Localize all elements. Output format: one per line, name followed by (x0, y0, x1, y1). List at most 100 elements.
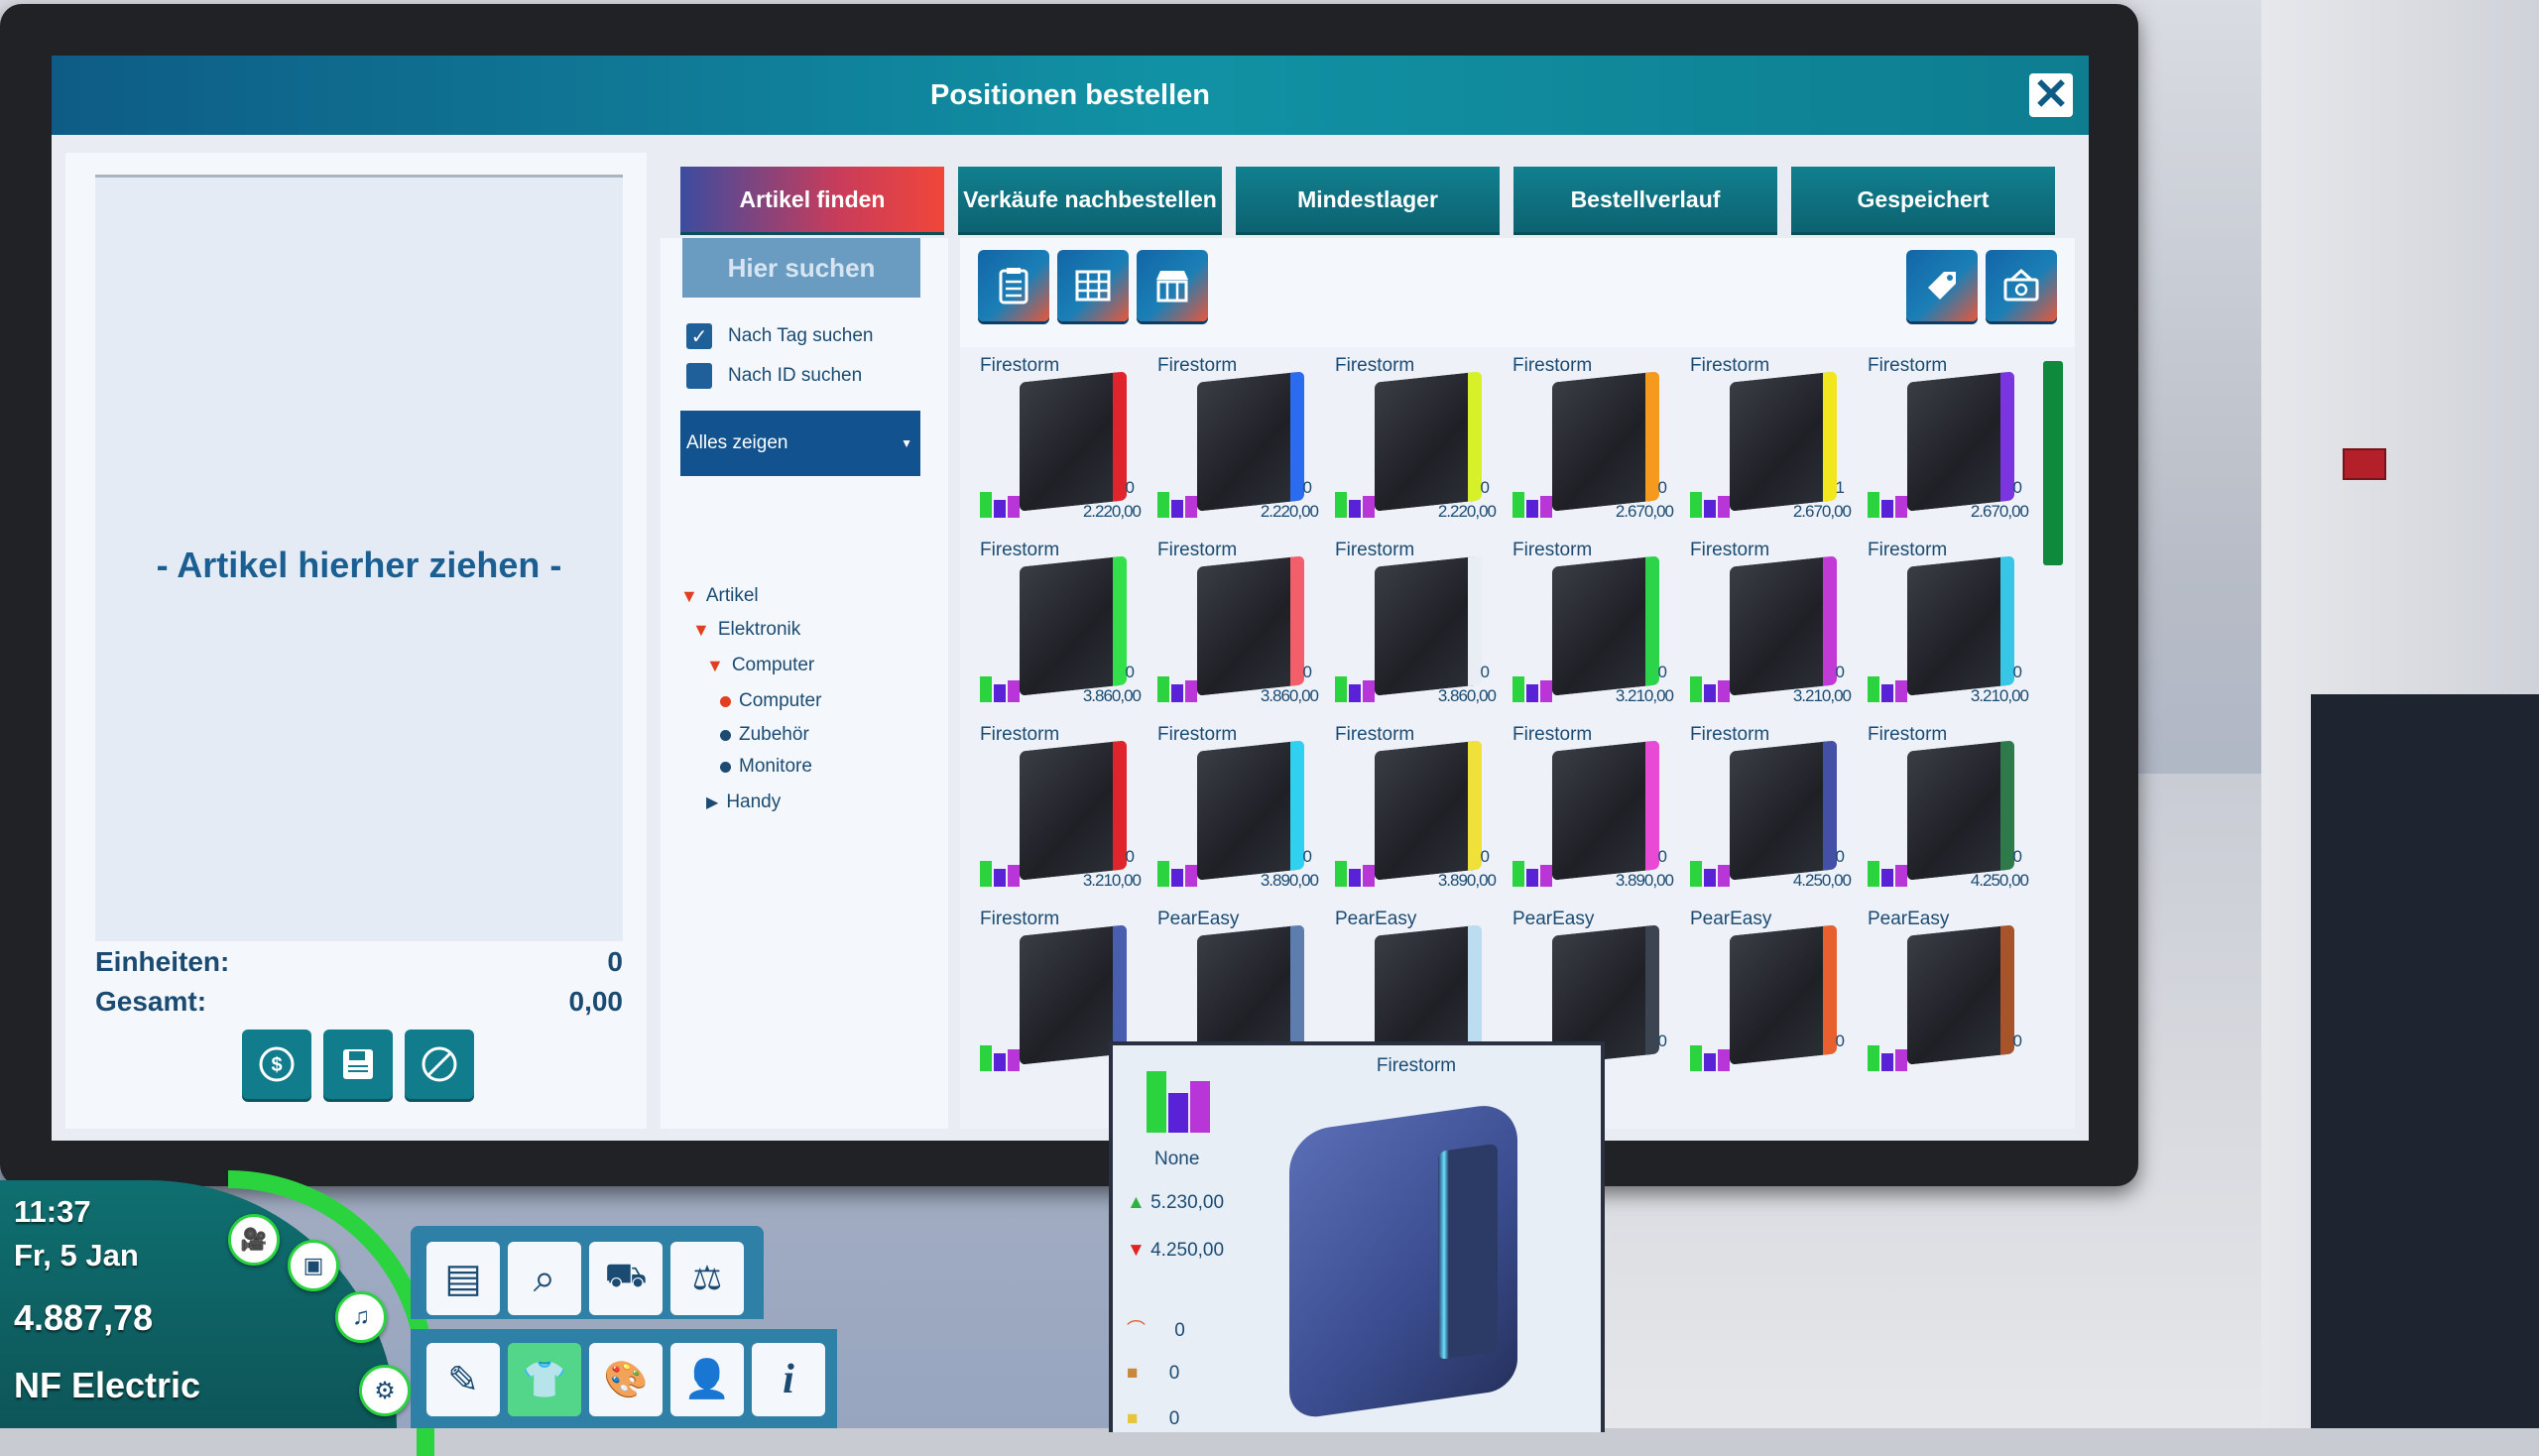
tooltip-category: None (1154, 1149, 1200, 1169)
cashier-button[interactable]: ⚖ (670, 1242, 744, 1315)
tab-min-stock[interactable]: Mindestlager (1236, 167, 1500, 232)
product-card[interactable]: Firestorm 0 3.210,00 (1858, 536, 2034, 720)
close-button[interactable]: ✕ (2029, 73, 2073, 117)
stock-bar (1512, 676, 1524, 702)
settings-button[interactable]: ⚙ (359, 1365, 411, 1416)
tree-item-computer[interactable]: Computer (720, 690, 821, 712)
search-button[interactable]: ⌕ (508, 1242, 581, 1315)
product-card[interactable]: Firestorm 0 3.210,00 (1680, 536, 1857, 720)
staff-button[interactable]: 👤 (670, 1343, 744, 1416)
window-button[interactable]: ▣ (288, 1240, 339, 1291)
stock-bar (1690, 1045, 1702, 1071)
product-image (1730, 740, 1837, 881)
stock-bar (994, 869, 1006, 887)
order-button[interactable]: $ (242, 1030, 311, 1099)
product-card[interactable]: PearEasy 0 (1858, 905, 2034, 1089)
product-card[interactable]: Firestorm 0 3.210,00 (1503, 536, 1679, 720)
stock-bar (1157, 861, 1169, 887)
stock-bars (1157, 857, 1197, 887)
product-card[interactable]: Firestorm 0 4.250,00 (1858, 720, 2034, 905)
product-price: 2.220,00 (1260, 502, 1319, 521)
product-card[interactable]: Firestorm 0 3.210,00 (970, 720, 1147, 905)
music-button[interactable]: ♫ (335, 1291, 387, 1343)
camera-button[interactable]: 🎥 (228, 1214, 280, 1266)
money-button[interactable] (1986, 250, 2057, 321)
expand-icon: ▼ (706, 655, 724, 675)
background-door (2311, 694, 2539, 1428)
tree-item-articles[interactable]: ▼ Artikel (680, 585, 759, 607)
product-card[interactable]: Firestorm 0 3.890,00 (1148, 720, 1324, 905)
ordered-count-row: ■ 0 (1127, 1408, 1179, 1430)
cart-actions: $ (242, 1030, 474, 1099)
stock-bar (1704, 684, 1716, 702)
stock-bar (994, 684, 1006, 702)
clear-button[interactable] (405, 1030, 474, 1099)
stock-bars (980, 672, 1020, 702)
product-card[interactable]: Firestorm 0 3.860,00 (970, 536, 1147, 720)
units-value: 0 (607, 946, 623, 977)
tag-search-row[interactable]: ✓ Nach Tag suchen (686, 323, 873, 349)
product-image (1197, 371, 1304, 512)
stock-bar (980, 1045, 992, 1071)
clothing-button[interactable]: 👕 (508, 1343, 581, 1416)
tab-order-history[interactable]: Bestellverlauf (1513, 167, 1777, 232)
product-card[interactable]: Firestorm 0 2.220,00 (1148, 351, 1324, 536)
product-image (1552, 555, 1659, 696)
id-search-checkbox[interactable] (686, 363, 712, 389)
info-button[interactable]: i (752, 1343, 825, 1416)
product-card[interactable]: PearEasy 0 (1680, 905, 1857, 1089)
tree-item-computer-category[interactable]: ▼ Computer (706, 655, 814, 676)
product-card[interactable]: Firestorm 0 3.890,00 (1325, 720, 1502, 905)
stock-bar (1895, 865, 1907, 887)
product-name: PearEasy (1335, 909, 1417, 929)
save-button[interactable] (323, 1030, 393, 1099)
tree-item-electronics[interactable]: ▼ Elektronik (692, 619, 800, 641)
tag-search-checkbox[interactable]: ✓ (686, 323, 712, 349)
product-name: Firestorm (1868, 355, 1948, 376)
product-tooltip: Firestorm None ▲ 5.230,00 ▼ 4.250,00 ⌒ 0… (1109, 1041, 1605, 1432)
product-card[interactable]: Firestorm 0 3.890,00 (1503, 720, 1679, 905)
search-input[interactable]: Hier suchen (682, 238, 920, 298)
product-name: PearEasy (1868, 909, 1950, 929)
product-card[interactable]: Firestorm 0 4.250,00 (1680, 720, 1857, 905)
tab-saved[interactable]: Gespeichert (1791, 167, 2055, 232)
shelf-view-button[interactable] (1057, 250, 1129, 321)
storage-count: 0 (1168, 1363, 1180, 1384)
tree-item-phones[interactable]: ▶ Handy (706, 791, 781, 813)
tree-item-accessories[interactable]: Zubehör (720, 724, 809, 746)
expand-icon: ▼ (680, 585, 698, 606)
product-card[interactable]: Firestorm 1 2.670,00 (1680, 351, 1857, 536)
delivery-button[interactable]: ⛟ (589, 1242, 663, 1315)
stock-bar (1157, 676, 1169, 702)
product-card[interactable]: Firestorm 0 2.220,00 (1325, 351, 1502, 536)
product-stock: 0 (1302, 478, 1312, 497)
price-tag-button[interactable] (1906, 250, 1978, 321)
tab-reorder-sales[interactable]: Verkäufe nachbestellen (958, 167, 1222, 232)
product-card[interactable]: Firestorm 0 3.860,00 (1325, 536, 1502, 720)
stock-bar (1335, 492, 1347, 518)
product-image (1730, 555, 1837, 696)
store-view-button[interactable] (1137, 250, 1208, 321)
paint-button[interactable]: 🎨 (589, 1343, 663, 1416)
product-card[interactable]: Firestorm 0 2.670,00 (1503, 351, 1679, 536)
tab-find-articles[interactable]: Artikel finden (680, 167, 944, 232)
stock-bar (1704, 869, 1716, 887)
tools-button[interactable]: ✎ (426, 1343, 500, 1416)
tree-item-monitors[interactable]: Monitore (720, 756, 812, 778)
id-search-row[interactable]: Nach ID suchen (686, 363, 862, 389)
product-card[interactable]: Firestorm 0 3.860,00 (1148, 536, 1324, 720)
product-card[interactable]: Firestorm 0 2.220,00 (970, 351, 1147, 536)
product-price: 3.860,00 (1260, 686, 1319, 705)
category-select[interactable]: Alles zeigen ▼ (680, 411, 920, 476)
grid-scrollbar[interactable] (2043, 361, 2063, 565)
orders-button[interactable]: ▤ (426, 1242, 500, 1315)
list-view-button[interactable] (978, 250, 1049, 321)
product-stock: 0 (1657, 1031, 1667, 1050)
product-card[interactable]: Firestorm 0 2.670,00 (1858, 351, 2034, 536)
product-price: 2.670,00 (1970, 502, 2029, 521)
stock-bar (1512, 492, 1524, 518)
product-price: 2.220,00 (1082, 502, 1142, 521)
product-image (1552, 371, 1659, 512)
drop-zone[interactable]: - Artikel hierher ziehen - (95, 175, 623, 941)
stock-bar (1335, 676, 1347, 702)
